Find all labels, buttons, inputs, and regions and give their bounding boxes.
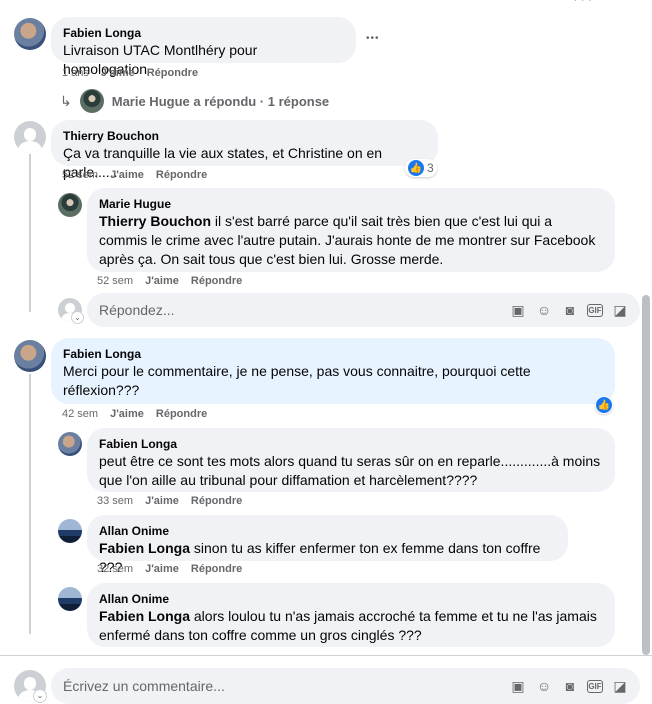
clipped-top-text: · · · xyxy=(573,0,592,6)
avatar[interactable] xyxy=(14,18,46,50)
comment-meta: 42 sem J'aime Répondre xyxy=(62,408,207,420)
reply-bubble: Marie Hugue Thierry Bouchon il s'est bar… xyxy=(87,188,615,272)
avatar[interactable] xyxy=(14,340,46,372)
avatar[interactable] xyxy=(58,432,82,456)
more-options-icon[interactable]: ••• xyxy=(366,33,380,44)
mention-link[interactable]: Fabien Longa xyxy=(99,540,190,556)
reply-button[interactable]: Répondre xyxy=(156,408,207,420)
mention-link[interactable]: Fabien Longa xyxy=(99,608,190,624)
gif-icon[interactable]: GIF xyxy=(587,303,603,317)
replies-text: Marie Hugue a répondu · 1 réponse xyxy=(111,93,330,109)
timestamp[interactable]: 33 sem xyxy=(97,495,133,507)
reply-input-icons: ▣ ☺ ◙ GIF ◪ xyxy=(509,301,629,319)
timestamp[interactable]: 42 sem xyxy=(62,408,98,420)
timestamp[interactable]: 1 ans xyxy=(62,67,89,79)
reply-button[interactable]: Répondre xyxy=(191,275,242,287)
thread-line xyxy=(29,154,31,312)
emoji-icon[interactable]: ☺ xyxy=(535,301,553,319)
divider xyxy=(0,655,652,656)
reply-arrow-icon: ↳ xyxy=(60,92,72,109)
reply-bubble: Allan Onime Fabien Longa alors loulou tu… xyxy=(87,583,615,647)
avatar[interactable] xyxy=(58,193,82,217)
reply-placeholder: Répondez... xyxy=(99,302,175,318)
comment-bubble: Thierry Bouchon Ça va tranquille la vie … xyxy=(51,120,438,180)
scrollbar[interactable] xyxy=(642,295,650,655)
comment-author[interactable]: Thierry Bouchon xyxy=(63,128,426,144)
reply-text: Fabien Longa alors loulou tu n'as jamais… xyxy=(99,608,597,643)
timestamp[interactable]: 52 sem xyxy=(62,169,98,181)
reply-button[interactable]: Répondre xyxy=(156,169,207,181)
reply-author[interactable]: Fabien Longa xyxy=(99,436,603,452)
reply-button[interactable]: Répondre xyxy=(191,495,242,507)
reply-meta: 52 sem J'aime Répondre xyxy=(97,275,242,287)
avatar-sticker-icon[interactable]: ◪ xyxy=(611,677,629,695)
thread-line xyxy=(29,374,31,634)
like-button[interactable]: J'aime xyxy=(101,67,135,79)
camera-icon[interactable]: ◙ xyxy=(561,677,579,695)
reply-meta: 32 sem J'aime Répondre xyxy=(97,563,242,575)
like-icon: 👍 xyxy=(596,397,612,413)
comment-author[interactable]: Fabien Longa xyxy=(63,346,603,362)
comment-bubble-highlighted: Fabien Longa Merci pour le commentaire, … xyxy=(51,338,615,404)
gif-icon[interactable]: GIF xyxy=(587,679,603,693)
avatar[interactable] xyxy=(58,519,82,543)
comment-meta: 52 sem J'aime Répondre xyxy=(62,169,207,181)
reply-button[interactable]: Répondre xyxy=(191,563,242,575)
mention-link[interactable]: Thierry Bouchon xyxy=(99,213,211,229)
like-button[interactable]: J'aime xyxy=(145,275,179,287)
reply-author[interactable]: Marie Hugue xyxy=(99,196,603,212)
avatar xyxy=(79,89,104,113)
reply-button[interactable]: Répondre xyxy=(147,67,198,79)
reply-author[interactable]: Allan Onime xyxy=(99,591,603,607)
like-icon: 👍 xyxy=(408,160,424,176)
reply-bubble: Fabien Longa peut être ce sont tes mots … xyxy=(87,428,615,492)
reaction-count[interactable]: 👍 3 xyxy=(405,159,437,177)
reply-bubble: Allan Onime Fabien Longa sinon tu as kif… xyxy=(87,515,568,575)
like-button[interactable]: J'aime xyxy=(110,169,144,181)
avatar[interactable] xyxy=(14,121,46,153)
reaction-count[interactable]: 👍 xyxy=(595,396,613,414)
avatar[interactable] xyxy=(58,587,82,611)
comment-placeholder: Écrivez un commentaire... xyxy=(63,678,225,694)
reply-text: Thierry Bouchon il s'est barré parce qu'… xyxy=(99,213,596,267)
comment-author[interactable]: Fabien Longa xyxy=(63,25,344,41)
sticker-icon[interactable]: ▣ xyxy=(509,677,527,695)
comment-meta: 1 ans J'aime Répondre xyxy=(62,67,198,79)
sticker-icon[interactable]: ▣ xyxy=(509,301,527,319)
chevron-down-icon[interactable]: ⌄ xyxy=(72,312,83,323)
avatar-sticker-icon[interactable]: ◪ xyxy=(611,301,629,319)
comment-input-icons: ▣ ☺ ◙ GIF ◪ xyxy=(509,677,629,695)
reaction-number: 3 xyxy=(427,161,434,175)
camera-icon[interactable]: ◙ xyxy=(561,301,579,319)
reply-text: peut être ce sont tes mots alors quand t… xyxy=(99,453,601,488)
like-button[interactable]: J'aime xyxy=(110,408,144,420)
view-replies-link[interactable]: ↳ Marie Hugue a répondu · 1 réponse xyxy=(60,89,329,113)
comment-text: Merci pour le commentaire, je ne pense, … xyxy=(63,363,531,398)
comment-bubble: Fabien Longa Livraison UTAC Montlhéry po… xyxy=(51,17,356,77)
like-button[interactable]: J'aime xyxy=(145,563,179,575)
reply-meta: 33 sem J'aime Répondre xyxy=(97,495,242,507)
timestamp[interactable]: 52 sem xyxy=(97,275,133,287)
reply-author[interactable]: Allan Onime xyxy=(99,523,556,539)
chevron-down-icon[interactable]: ⌄ xyxy=(34,690,46,702)
emoji-icon[interactable]: ☺ xyxy=(535,677,553,695)
timestamp[interactable]: 32 sem xyxy=(97,563,133,575)
like-button[interactable]: J'aime xyxy=(145,495,179,507)
